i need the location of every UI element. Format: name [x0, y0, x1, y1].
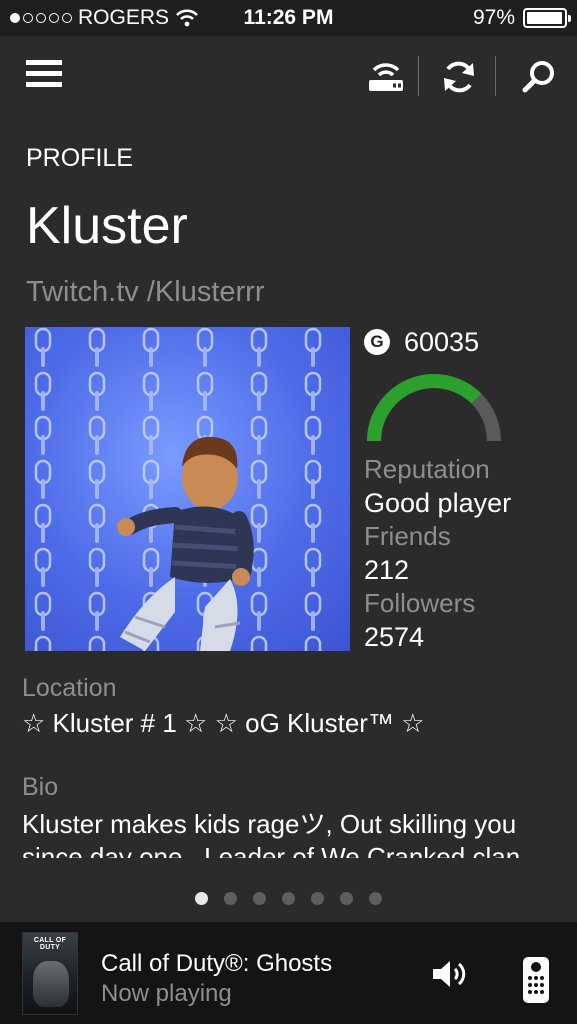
page-dot[interactable]: [253, 892, 266, 905]
refresh-icon[interactable]: [434, 54, 484, 100]
battery-percent: 97%: [472, 6, 515, 29]
followers-label: Followers: [364, 588, 476, 618]
gamerscore: G 60035: [364, 325, 564, 359]
toolbar-divider: [495, 56, 496, 96]
page-dot[interactable]: [369, 892, 382, 905]
now-playing-title[interactable]: Call of Duty®: Ghosts: [101, 950, 332, 978]
search-icon[interactable]: [514, 54, 564, 100]
friends-count[interactable]: 212: [364, 555, 564, 586]
friends-label: Friends: [364, 521, 451, 551]
gamerscore-icon: G: [364, 329, 390, 355]
battery-icon: [523, 8, 571, 28]
menu-icon[interactable]: [26, 60, 62, 90]
avatar-image[interactable]: [25, 327, 350, 651]
remote-icon[interactable]: [522, 956, 550, 1004]
reputation-label: Reputation: [364, 454, 490, 484]
profile-stats: G 60035 Reputation Good player Friends 2…: [364, 325, 564, 653]
page-indicator[interactable]: [0, 892, 577, 905]
page-dot[interactable]: [282, 892, 295, 905]
box-art-title: CALL OF DUTY: [33, 937, 67, 951]
followers-count[interactable]: 2574: [364, 622, 564, 653]
app-bar: [0, 36, 577, 116]
location-label: Location: [22, 674, 117, 702]
motto: Twitch.tv /Klusterrr: [26, 276, 265, 308]
page-dot[interactable]: [311, 892, 324, 905]
bio-text: Kluster makes kids rageツ, Out skilling y…: [22, 809, 521, 858]
page-dot[interactable]: [340, 892, 353, 905]
reputation-value: Good player: [364, 488, 512, 518]
wifi-router-icon[interactable]: [361, 54, 411, 100]
gamerscore-value: 60035: [404, 326, 480, 357]
bio-label: Bio: [22, 773, 59, 801]
toolbar-divider: [418, 56, 419, 96]
battery-group: 97%: [472, 6, 571, 30]
section-title: PROFILE: [26, 144, 133, 172]
now-playing-bar[interactable]: CALL OF DUTY Call of Duty®: Ghosts Now p…: [0, 922, 577, 1024]
volume-icon[interactable]: [430, 958, 470, 990]
game-box-art[interactable]: CALL OF DUTY: [22, 932, 78, 1015]
location-value: ☆ Kluster # 1 ☆ ☆ oG Kluster™ ☆: [22, 708, 425, 738]
page-dot[interactable]: [224, 892, 237, 905]
now-playing-status: Now playing: [101, 980, 232, 1007]
reputation-gauge: [367, 374, 501, 442]
page-dot[interactable]: [195, 892, 208, 905]
status-bar: ROGERS 11:26 PM 97%: [0, 0, 577, 36]
gamertag: Kluster: [26, 197, 188, 255]
